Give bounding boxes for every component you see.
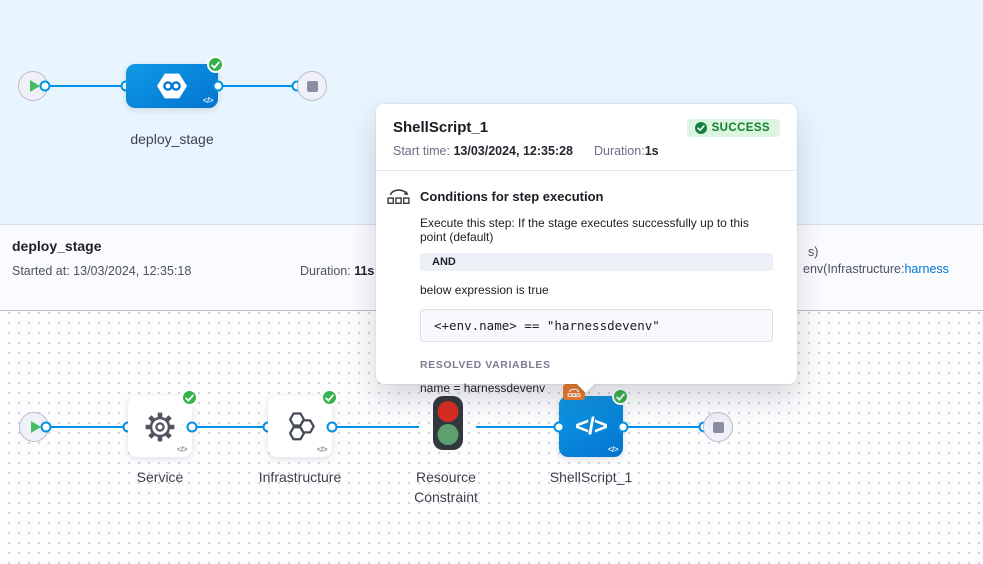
stage-started-at: Started at: 13/03/2024, 12:35:18 — [12, 264, 191, 278]
port — [40, 81, 51, 92]
gear-icon — [142, 409, 178, 445]
popover-body: Conditions for step execution Execute th… — [376, 171, 797, 395]
step-node-service[interactable]: </> — [128, 396, 192, 457]
port — [554, 422, 565, 433]
popover-duration-value: 1s — [645, 144, 659, 158]
code-glyph: </> — [608, 445, 618, 454]
duration-label: Duration: — [300, 264, 351, 278]
conditional-execution-icon — [386, 186, 411, 206]
stage-duration: Duration: 11s — [300, 264, 374, 278]
step-node-resource-constraint[interactable] — [433, 396, 463, 450]
popover-duration-label: Duration: — [594, 144, 645, 158]
clipped-detail-line2: env(Infrastructure:harness — [803, 262, 949, 276]
port — [327, 422, 338, 433]
port — [187, 422, 198, 433]
started-value: 13/03/2024, 12:35:18 — [73, 264, 191, 278]
step-node-infrastructure[interactable]: </> — [268, 396, 332, 457]
step-node-shellscript[interactable]: </> </> — [559, 396, 623, 457]
port — [41, 422, 52, 433]
red-light-icon — [438, 401, 459, 422]
started-label: Started at: — [12, 264, 70, 278]
port — [618, 422, 629, 433]
start-time-value: 13/03/2024, 12:35:28 — [453, 144, 573, 158]
clipped-text: env(Infrastructure: — [803, 262, 904, 276]
code-glyph: </> — [203, 96, 213, 105]
resolved-variable-value: name = harnessdevenv — [420, 381, 773, 395]
step-label-infrastructure: Infrastructure — [240, 467, 360, 487]
stop-icon — [307, 81, 318, 92]
play-icon — [31, 421, 41, 433]
pipeline-execution-screen: </> deploy_stage deploy_stage Started at… — [0, 0, 983, 564]
success-check-icon — [207, 56, 224, 73]
shell-script-icon: </> — [575, 413, 607, 441]
edge-line — [40, 85, 126, 87]
green-light-icon — [438, 424, 459, 445]
conditions-description: Execute this step: If the stage executes… — [420, 216, 773, 244]
stage-stop-node[interactable] — [703, 412, 733, 442]
step-label-resource-constraint: Resource Constraint — [401, 467, 491, 508]
popover-header: ShellScript_1 SUCCESS Start time: 13/03/… — [376, 104, 797, 170]
success-check-icon — [321, 389, 338, 406]
start-time-label: Start time: — [393, 144, 450, 158]
stop-icon — [713, 422, 724, 433]
status-badge: SUCCESS — [687, 119, 780, 137]
success-check-icon — [181, 389, 198, 406]
duration-value: 11s — [354, 264, 374, 278]
cd-hexagon-icon — [157, 73, 187, 100]
step-details-popover: ShellScript_1 SUCCESS Start time: 13/03/… — [376, 104, 797, 384]
step-label-service: Service — [110, 467, 210, 487]
stage-node-deploy[interactable]: </> — [126, 64, 218, 108]
edge-line — [192, 426, 268, 428]
expression-code: <+env.name> == "harnessdevenv" — [420, 309, 773, 342]
infinity-icon — [161, 79, 183, 93]
edge-line — [476, 426, 559, 428]
hexagons-icon — [282, 409, 318, 445]
stage-node-label: deploy_stage — [112, 129, 232, 149]
edge-line — [623, 426, 704, 428]
popover-meta: Start time: 13/03/2024, 12:35:28 Duratio… — [393, 144, 780, 158]
expression-note: below expression is true — [420, 283, 773, 297]
step-label-shellscript: ShellScript_1 — [531, 467, 651, 487]
code-glyph: </> — [177, 445, 187, 454]
conditions-title: Conditions for step execution — [420, 186, 603, 204]
port — [213, 81, 224, 92]
play-icon — [30, 80, 40, 92]
edge-line — [218, 85, 298, 87]
stage-title: deploy_stage — [12, 238, 101, 254]
environment-link[interactable]: harness — [904, 262, 948, 276]
clipped-detail-line1: s) — [808, 245, 818, 259]
pipeline-stop-node[interactable] — [297, 71, 327, 101]
code-glyph: </> — [317, 445, 327, 454]
operator-bar: AND — [420, 253, 773, 271]
popover-step-title: ShellScript_1 — [393, 119, 488, 136]
status-text: SUCCESS — [712, 122, 770, 134]
success-circle-icon — [695, 122, 707, 134]
edge-line — [332, 426, 419, 428]
resolved-variables-label: RESOLVED VARIABLES — [420, 359, 773, 371]
edge-line — [44, 426, 128, 428]
